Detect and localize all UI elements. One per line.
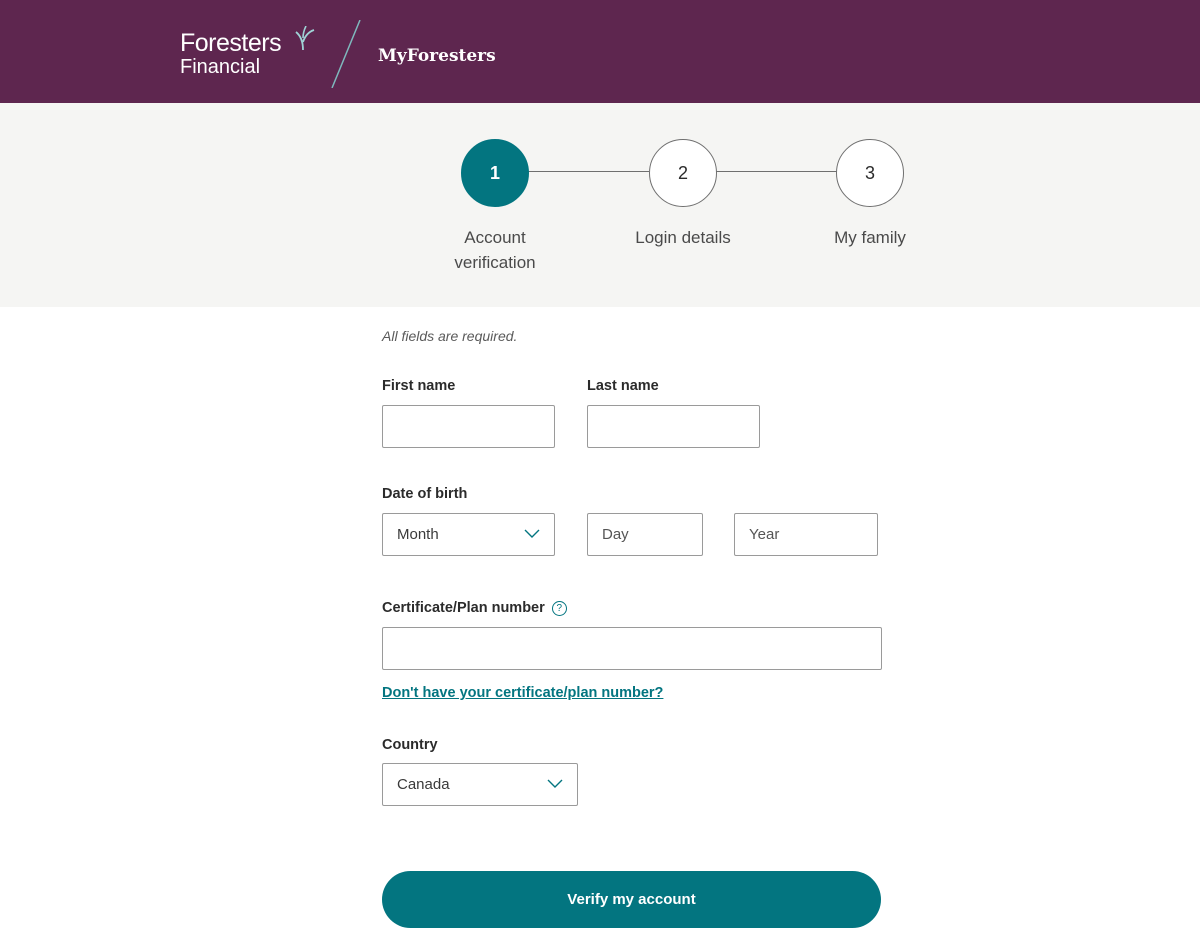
first-name-label: First name [382,378,456,394]
month-select[interactable]: Month [382,513,555,556]
day-input[interactable] [587,513,703,556]
sprout-icon [295,26,315,50]
step-connector [528,171,649,172]
question-circle-icon[interactable]: ? [551,601,567,616]
step-1-indicator: 1 [461,139,529,207]
header-divider [331,20,361,88]
step-2-label: Login details [635,228,731,247]
logo-subtitle: Financial [180,56,261,78]
last-name-input[interactable] [587,405,760,448]
app-name: MyForesters [378,46,496,66]
foresters-logo[interactable]: Foresters Financial [180,26,315,78]
chevron-down-icon [547,779,563,788]
step-3-label: My family [834,228,906,247]
last-name-label: Last name [587,378,659,394]
country-label: Country [382,737,438,753]
site-header: Foresters Financial MyForesters [0,0,1200,103]
first-name-input[interactable] [382,405,555,448]
step-2-indicator: 2 [649,139,717,207]
step-3-indicator: 3 [836,139,904,207]
certificate-label: Certificate/Plan number ? [382,600,567,616]
required-note: All fields are required. [382,328,518,344]
country-select[interactable]: Canada [382,763,578,806]
month-select-value: Month [397,526,439,543]
progress-stepper [0,103,1200,307]
verify-account-button[interactable]: Verify my account [382,871,881,928]
certificate-input[interactable] [382,627,882,670]
chevron-down-icon [524,529,540,538]
year-input[interactable] [734,513,878,556]
step-connector [716,171,837,172]
missing-certificate-link[interactable]: Don't have your certificate/plan number? [382,685,663,701]
country-select-value: Canada [397,776,450,793]
certificate-label-text: Certificate/Plan number [382,600,545,616]
dob-label: Date of birth [382,486,468,502]
step-1-label: Account verification [454,228,536,272]
logo-wordmark: Foresters [180,29,282,57]
